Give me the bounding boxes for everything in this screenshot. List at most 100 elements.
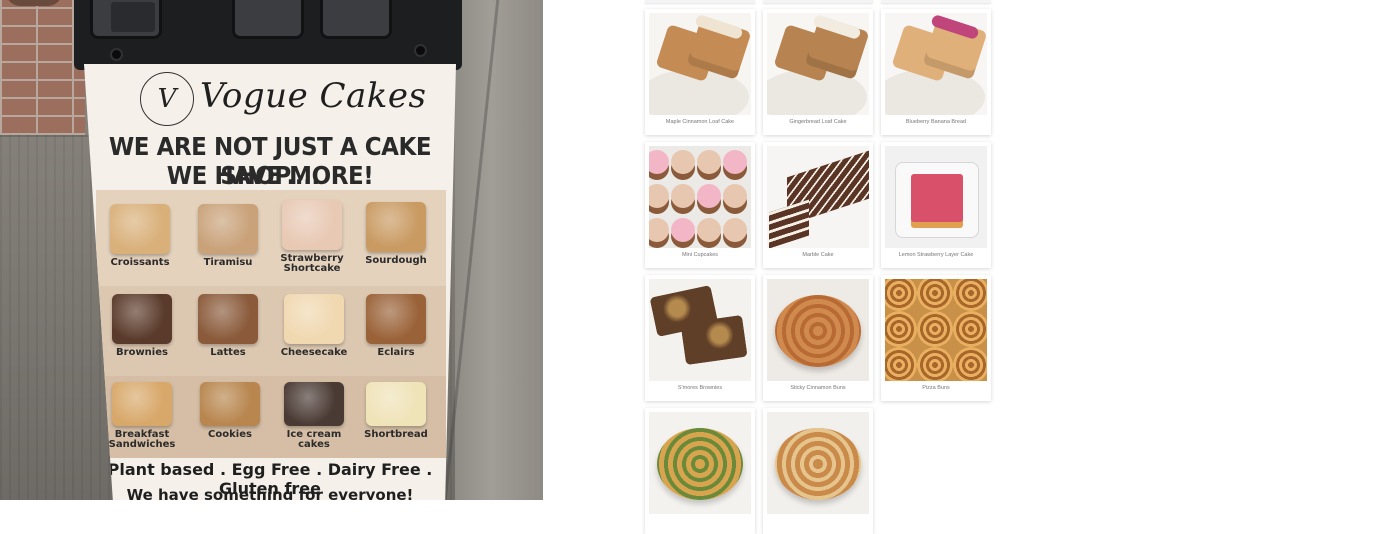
product-name[interactable]: Lemon Strawberry Layer Cake: [881, 252, 991, 258]
menu-item: Croissants: [98, 204, 182, 268]
bun: [885, 311, 917, 347]
cupcake: [697, 150, 721, 174]
menu-item: Cheesecake: [272, 294, 356, 358]
bun: [917, 347, 953, 381]
bun: [953, 311, 987, 347]
menu-item-label: Strawberry Shortcake: [280, 253, 344, 274]
menu-item-label: Eclairs: [377, 347, 415, 358]
product-image[interactable]: [767, 146, 869, 248]
product-card[interactable]: Blueberry Banana Bread: [881, 9, 991, 135]
product-card[interactable]: Pizza Buns: [881, 275, 991, 401]
menu-sign: V Vogue Cakes WE ARE NOT JUST A CAKE SHO…: [84, 64, 456, 500]
eclair-image: [366, 294, 426, 344]
brownie-image: [112, 294, 172, 344]
cupcake: [723, 218, 747, 242]
menu-row-3: Breakfast Sandwiches Cookies Ice cream c…: [96, 376, 446, 458]
product-image[interactable]: [649, 13, 751, 115]
product-name[interactable]: Pizza Buns: [881, 385, 991, 391]
cupcake: [723, 150, 747, 174]
product-name[interactable]: Blueberry Banana Bread: [881, 119, 991, 125]
cake-square: [911, 174, 963, 222]
cupcake: [671, 184, 695, 208]
tiramisu-image: [198, 204, 258, 254]
sign-frame-window: [320, 0, 392, 39]
product-card[interactable]: Mini Cupcakes: [645, 142, 755, 268]
product-image[interactable]: [885, 279, 987, 381]
bun: [775, 295, 861, 367]
menu-item-label: Breakfast Sandwiches: [108, 429, 176, 450]
product-image[interactable]: [649, 146, 751, 248]
product-card[interactable]: [763, 408, 873, 534]
latte-image: [198, 294, 258, 344]
menu-item-label: Croissants: [110, 257, 170, 268]
product-card[interactable]: Maple Cinnamon Loaf Cake: [645, 9, 755, 135]
cupcake: [697, 184, 721, 208]
product-image[interactable]: [767, 13, 869, 115]
curb: [455, 0, 543, 500]
product-card[interactable]: Sticky Cinnamon Buns: [763, 275, 873, 401]
bun: [885, 347, 917, 381]
shortcake-image: [282, 200, 342, 250]
logo-monogram: V: [140, 72, 194, 126]
menu-item: Eclairs: [354, 294, 438, 358]
menu-item-label: Shortbread: [364, 429, 428, 440]
cupcake: [671, 150, 695, 174]
product-name[interactable]: Marble Cake: [763, 252, 873, 258]
menu-item: Sourdough: [354, 202, 438, 266]
product-image[interactable]: [767, 412, 869, 514]
bun: [917, 279, 953, 311]
croissant-image: [110, 204, 170, 254]
menu-item: Strawberry Shortcake: [270, 200, 354, 274]
menu-item-label: Ice cream cakes: [286, 429, 342, 450]
frame-label: [111, 2, 155, 32]
menu-item: Brownies: [100, 294, 184, 358]
sign-footer-slogan: We have something for everyone!: [126, 486, 414, 500]
menu-item-label: Cookies: [208, 429, 252, 440]
menu-row-2: Brownies Lattes Cheesecake Eclairs: [96, 286, 446, 382]
storefront-photo: V Vogue Cakes WE ARE NOT JUST A CAKE SHO…: [0, 0, 543, 500]
product-name[interactable]: Mini Cupcakes: [645, 252, 755, 258]
logo: V Vogue Cakes: [140, 70, 426, 128]
sign-frame-window: [90, 0, 162, 39]
menu-item-label: Brownies: [116, 347, 168, 358]
brick-pavement: [0, 0, 85, 135]
product-card[interactable]: Marble Cake: [763, 142, 873, 268]
bolt: [414, 44, 427, 57]
bun: [953, 279, 987, 311]
product-card[interactable]: S'mores Brownies: [645, 275, 755, 401]
menu-item-label: Tiramisu: [203, 257, 253, 268]
menu-item-label: Lattes: [210, 347, 246, 358]
menu-item-label: Cheesecake: [280, 347, 348, 358]
card-edge: [645, 0, 755, 3]
product-image[interactable]: [885, 13, 987, 115]
product-name[interactable]: Gingerbread Loaf Cake: [763, 119, 873, 125]
sign-frame: [74, 0, 462, 70]
product-card[interactable]: [645, 408, 755, 534]
bun: [953, 347, 987, 381]
bun: [885, 279, 917, 311]
product-image[interactable]: [649, 412, 751, 514]
product-image[interactable]: [885, 146, 987, 248]
bolt: [110, 48, 123, 61]
bun: [917, 311, 953, 347]
headline-line-2: WE HAVE MORE!: [166, 161, 374, 190]
product-name[interactable]: Maple Cinnamon Loaf Cake: [645, 119, 755, 125]
cupcake: [649, 184, 669, 208]
logo-text: Vogue Cakes: [200, 76, 427, 116]
product-name[interactable]: Sticky Cinnamon Buns: [763, 385, 873, 391]
shortbread-image: [366, 382, 426, 426]
product-card[interactable]: Gingerbread Loaf Cake: [763, 9, 873, 135]
product-card[interactable]: Lemon Strawberry Layer Cake: [881, 142, 991, 268]
cookie-image: [200, 382, 260, 426]
cupcake: [723, 184, 747, 208]
card-edge: [763, 0, 873, 3]
cupcake: [671, 218, 695, 242]
product-name[interactable]: S'mores Brownies: [645, 385, 755, 391]
product-image[interactable]: [767, 279, 869, 381]
menu-item: Cookies: [188, 382, 272, 440]
product-image[interactable]: [649, 279, 751, 381]
cupcake: [649, 150, 669, 174]
cupcake: [649, 218, 669, 242]
menu-item: Lattes: [186, 294, 270, 358]
menu-item: Ice cream cakes: [272, 382, 356, 450]
